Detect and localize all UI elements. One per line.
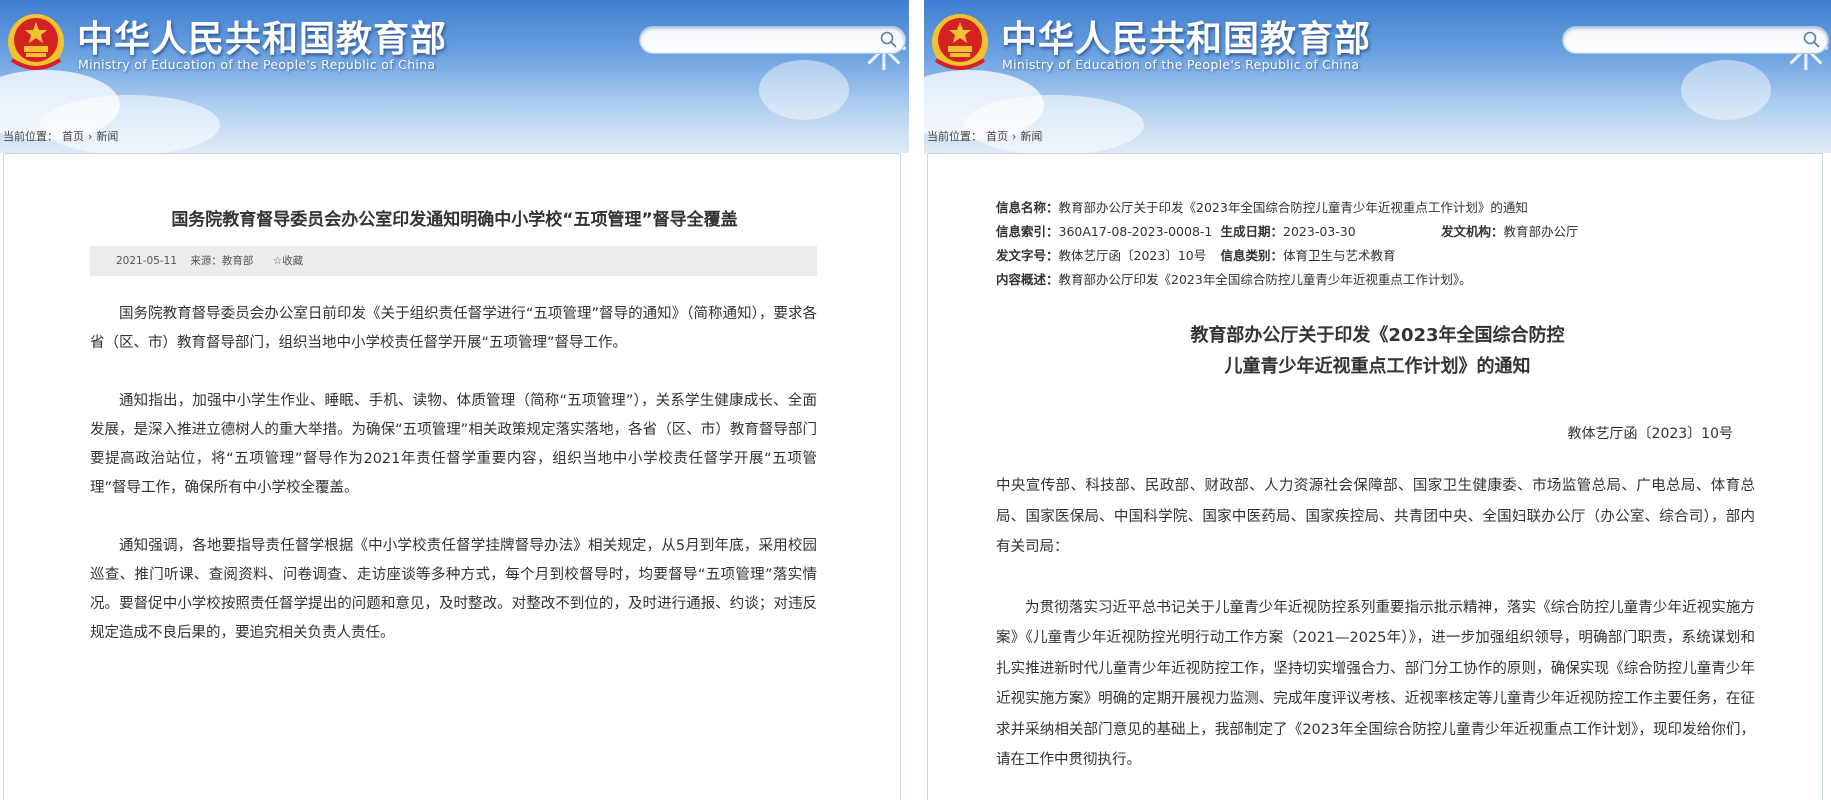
article-body: 国务院教育督导委员会办公室日前印发《关于组织责任督学进行“五项管理”督导的通知》… — [90, 300, 817, 677]
info-value: 教育部办公厅印发《2023年全国综合防控儿童青少年近视重点工作计划》。 — [1058, 272, 1472, 287]
star-icon[interactable]: ☆ — [273, 255, 282, 267]
banner-cloud — [759, 60, 849, 120]
breadcrumb-separator: › — [88, 130, 93, 143]
site-subtitle: Ministry of Education of the People's Re… — [1002, 57, 1360, 72]
national-emblem-icon — [932, 14, 988, 70]
info-value: 360A17-08-2023-0008-1 — [1058, 224, 1213, 239]
article-meta-bar: 2021-05-11 来源：教育部 ☆收藏 — [90, 246, 817, 276]
site-banner: ✳ 中华人民共和国教育部 Ministry of Education of th… — [924, 0, 1831, 153]
national-emblem-icon — [8, 14, 64, 70]
site-subtitle: Ministry of Education of the People's Re… — [78, 57, 436, 72]
info-value: 教体艺厅函〔2023〕10号 — [1058, 248, 1207, 263]
notice-title-line: 儿童青少年近视重点工作计划》的通知 — [1224, 356, 1531, 377]
article-paragraph: 通知强调，各地要指导责任督学根据《中小学校责任督学挂牌督导办法》相关规定，从5月… — [90, 538, 817, 641]
notice-paragraph: 为贯彻落实习近平总书记关于儿童青少年近视防控系列重要指示批示精神，落实《综合防控… — [996, 599, 1755, 769]
notice-addressees: 中央宣传部、科技部、民政部、财政部、人力资源社会保障部、国家卫生健康委、市场监管… — [996, 478, 1755, 555]
article-source: 来源：教育部 — [190, 255, 254, 267]
breadcrumb-home-link[interactable]: 首页 — [986, 130, 1008, 143]
site-banner: ✳ 中华人民共和国教育部 Ministry of Education of th… — [0, 0, 909, 153]
article-date: 2021-05-11 — [116, 255, 178, 267]
article-paragraph: 国务院教育督导委员会办公室日前印发《关于组织责任督学进行“五项管理”督导的通知》… — [90, 306, 817, 351]
site-title: 中华人民共和国教育部 — [77, 19, 448, 60]
article-paragraph: 通知指出，加强中小学生作业、睡眠、手机、读物、体质管理（简称“五项管理”），关系… — [90, 393, 817, 496]
breadcrumb-label: 当前位置： — [927, 130, 982, 143]
info-row-index: 信息索引：360A17-08-2023-0008-1 生成日期：2023-03-3… — [996, 220, 1756, 244]
breadcrumb-home-link[interactable]: 首页 — [62, 130, 84, 143]
info-row-summary: 内容概述：教育部办公厅印发《2023年全国综合防控儿童青少年近视重点工作计划》。 — [996, 268, 1756, 292]
info-table: 信息名称：教育部办公厅关于印发《2023年全国综合防控儿童青少年近视重点工作计划… — [996, 196, 1756, 292]
left-page: ✳ 中华人民共和国教育部 Ministry of Education of th… — [0, 0, 909, 800]
info-label: 信息类别： — [1220, 248, 1284, 263]
breadcrumb-separator: › — [1012, 130, 1017, 143]
breadcrumb-news-link[interactable]: 新闻 — [96, 130, 118, 143]
article-title: 国务院教育督导委员会办公室印发通知明确中小学校“五项管理”督导全覆盖 — [171, 210, 738, 230]
info-label: 信息索引： — [996, 224, 1059, 239]
search-icon[interactable] — [879, 30, 899, 50]
info-value: 2023-03-30 — [1283, 224, 1356, 239]
info-value: 教育部办公厅关于印发《2023年全国综合防控儿童青少年近视重点工作计划》的通知 — [1058, 200, 1528, 215]
screenshot: ✳ 中华人民共和国教育部 Ministry of Education of th… — [0, 0, 1831, 800]
info-value: 体育卫生与艺术教育 — [1283, 248, 1396, 263]
notice-body: 中央宣传部、科技部、民政部、财政部、人力资源社会保障部、国家卫生健康委、市场监管… — [996, 471, 1755, 800]
banner-cloud — [964, 95, 1144, 153]
breadcrumb: 当前位置： 首页 › 新闻 — [927, 128, 1046, 144]
banner-cloud — [1681, 60, 1771, 120]
info-row-name: 信息名称：教育部办公厅关于印发《2023年全国综合防控儿童青少年近视重点工作计划… — [996, 196, 1756, 220]
info-row-docno: 发文字号：教体艺厅函〔2023〕10号 信息类别：体育卫生与艺术教育 — [996, 244, 1756, 268]
search-icon[interactable] — [1802, 30, 1822, 50]
site-title: 中华人民共和国教育部 — [1001, 19, 1372, 60]
breadcrumb-label: 当前位置： — [3, 130, 58, 143]
breadcrumb-news-link[interactable]: 新闻 — [1020, 130, 1042, 143]
panel-divider — [909, 0, 924, 800]
favorite-button[interactable]: ☆收藏 — [273, 255, 303, 267]
notice-title: 教育部办公厅关于印发《2023年全国综合防控 儿童青少年近视重点工作计划》的通知 — [924, 320, 1831, 382]
favorite-label: 收藏 — [282, 255, 304, 267]
right-page: ✳ 中华人民共和国教育部 Ministry of Education of th… — [924, 0, 1831, 800]
banner-cloud — [40, 95, 220, 153]
search-input[interactable] — [639, 26, 906, 54]
document-number: 教体艺厅函〔2023〕10号 — [1567, 426, 1733, 442]
breadcrumb: 当前位置： 首页 › 新闻 — [3, 128, 122, 144]
info-label: 发文字号： — [996, 248, 1059, 263]
info-value: 教育部办公厅 — [1503, 224, 1579, 239]
search-input[interactable] — [1562, 26, 1829, 54]
info-label: 内容概述： — [996, 272, 1059, 287]
notice-title-line: 教育部办公厅关于印发《2023年全国综合防控 — [1190, 325, 1565, 346]
info-label: 信息名称： — [996, 200, 1059, 215]
info-label: 生成日期： — [1220, 224, 1284, 239]
info-label: 发文机构： — [1441, 224, 1504, 239]
